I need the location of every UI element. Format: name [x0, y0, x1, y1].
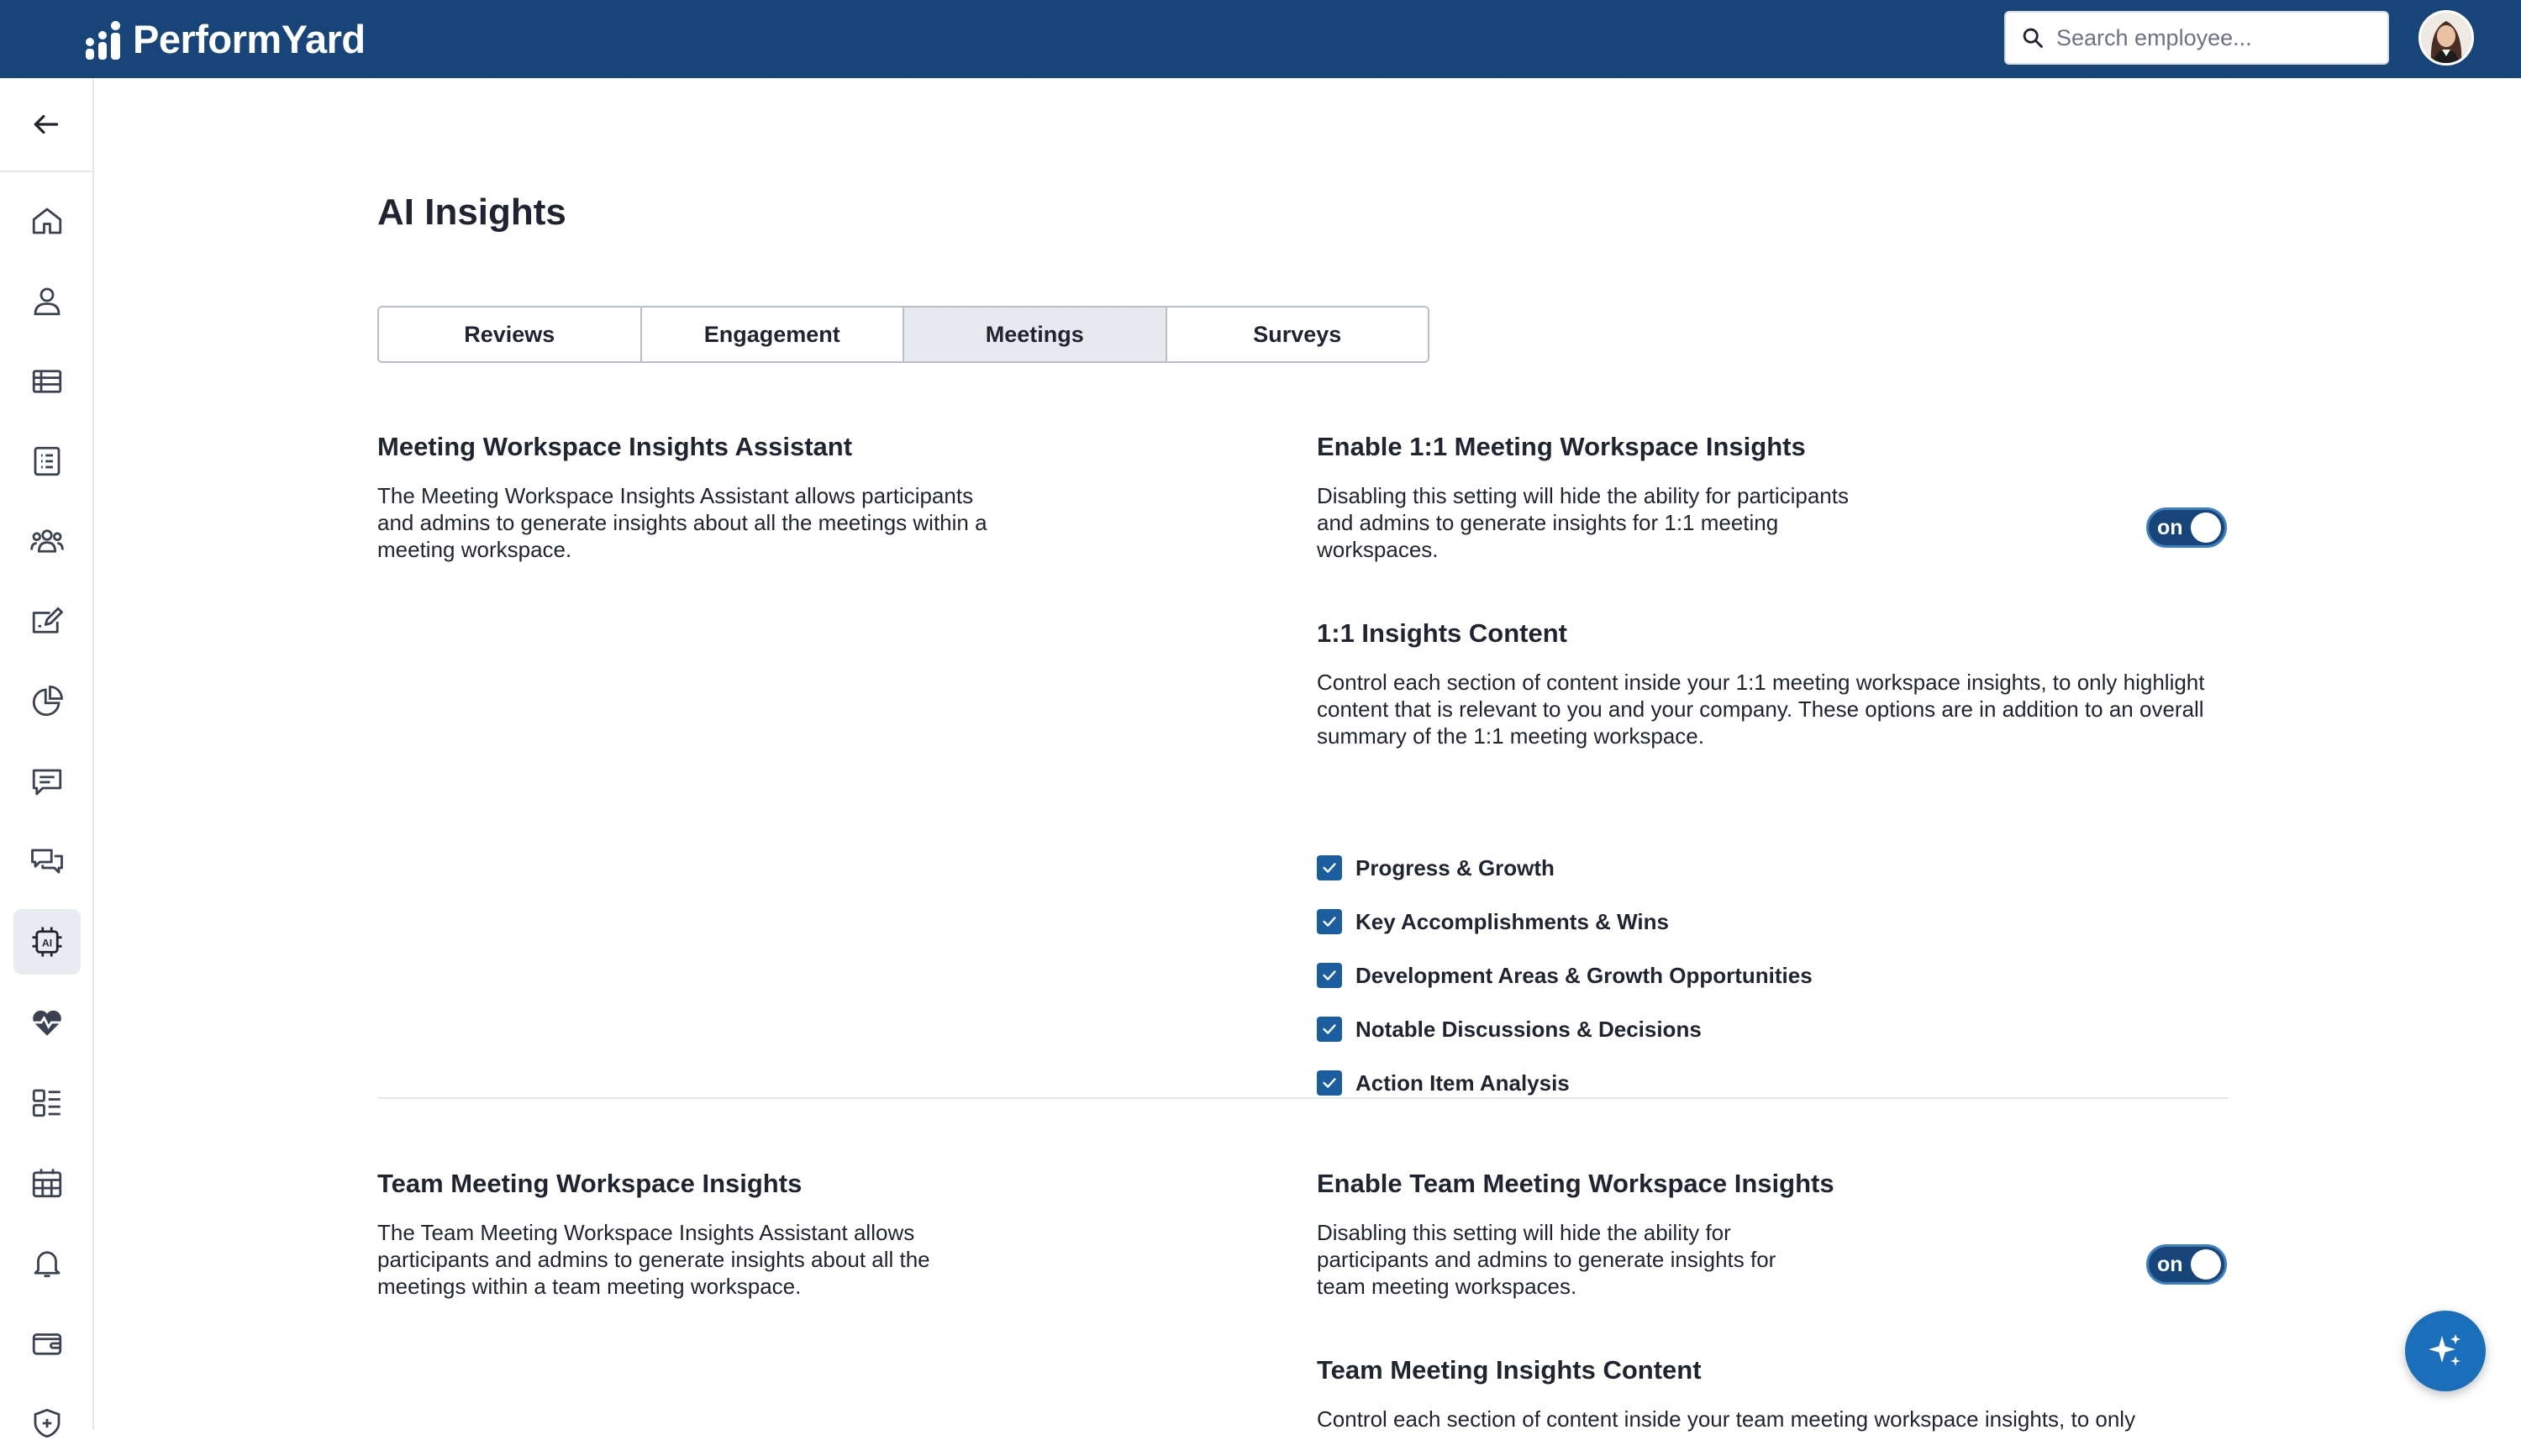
pie-chart-icon [32, 686, 63, 717]
sidebar-item-dashboard[interactable] [13, 1070, 81, 1135]
sidebar-item-profile[interactable] [13, 268, 81, 334]
person-icon [34, 287, 61, 316]
checkmark-icon [1323, 1024, 1336, 1034]
enable-1on1-toggle[interactable]: on [2146, 507, 2227, 548]
option-label: Notable Discussions & Decisions [1355, 1016, 1702, 1042]
search-input[interactable] [2056, 24, 2376, 51]
bell-icon [34, 1251, 61, 1278]
user-avatar[interactable] [2418, 10, 2474, 66]
option-progress-growth[interactable]: Progress & Growth [1317, 854, 1555, 882]
checkbox-checked[interactable] [1317, 1070, 1342, 1096]
page-title: AI Insights [377, 192, 566, 233]
ai-assistant-button[interactable] [2405, 1311, 2486, 1391]
1on1-content-description: Control each section of content inside y… [1317, 670, 2205, 749]
option-label: Key Accomplishments & Wins [1355, 908, 1670, 934]
home-icon [32, 208, 62, 234]
toggle-state-label: on [2157, 515, 2183, 539]
sidebar-item-edit[interactable] [13, 589, 81, 654]
svg-text:AI: AI [42, 937, 52, 949]
message-icon [32, 769, 62, 796]
checkbox-checked[interactable] [1317, 855, 1342, 880]
sidebar-item-table[interactable] [13, 349, 81, 414]
checkmark-icon [1323, 1078, 1336, 1088]
enable-1on1-description: Disabling this setting will hide the abi… [1317, 483, 1849, 562]
option-development-areas[interactable]: Development Areas & Growth Opportunities [1317, 961, 1813, 990]
toggle-knob [2191, 1249, 2221, 1280]
tab-surveys[interactable]: Surveys [1166, 307, 1428, 361]
ai-chip-icon: AI [32, 927, 62, 957]
sidebar-item-feedback[interactable] [13, 749, 81, 815]
tab-engagement[interactable]: Engagement [641, 307, 904, 361]
team-content-description: Control each section of content inside y… [1317, 1406, 2136, 1432]
option-key-accomplishments[interactable]: Key Accomplishments & Wins [1317, 907, 1669, 936]
search-icon [2023, 28, 2043, 48]
sidebar: AI [0, 78, 94, 1438]
sidebar-item-ai-insights[interactable]: AI [13, 909, 81, 975]
checkmark-icon [1323, 863, 1336, 873]
assistant-section-title: Meeting Workspace Insights Assistant [377, 432, 853, 461]
dashboard-icon [32, 1089, 61, 1117]
sidebar-item-list[interactable] [13, 428, 81, 494]
team-content-title: Team Meeting Insights Content [1317, 1355, 1702, 1385]
checkbox-checked[interactable] [1317, 1017, 1342, 1042]
search-box[interactable] [2004, 11, 2389, 65]
option-action-item-analysis[interactable]: Action Item Analysis [1317, 1069, 1570, 1097]
checkmark-icon [1323, 970, 1336, 980]
1on1-content-title: 1:1 Insights Content [1317, 618, 1567, 648]
sidebar-item-calendar[interactable] [13, 1150, 81, 1216]
toggle-knob [2191, 512, 2221, 543]
sidebar-item-compensation[interactable] [13, 1311, 81, 1376]
sidebar-item-people[interactable] [13, 508, 81, 574]
shield-plus-icon [34, 1408, 61, 1438]
tab-bar: Reviews Engagement Meetings Surveys [377, 306, 1429, 363]
assistant-section-description: The Meeting Workspace Insights Assistant… [377, 483, 987, 562]
checkbox-checked[interactable] [1317, 963, 1342, 988]
sidebar-item-home[interactable] [13, 188, 81, 254]
table-icon [32, 370, 62, 393]
sidebar-item-security[interactable] [13, 1390, 81, 1456]
edit-icon [32, 607, 63, 633]
sidebar-item-wellness[interactable] [13, 990, 81, 1055]
option-label: Action Item Analysis [1355, 1070, 1570, 1096]
section-divider [377, 1097, 2229, 1099]
checkmark-icon [1323, 917, 1336, 927]
tab-meetings[interactable]: Meetings [904, 307, 1167, 361]
wallet-icon [32, 1333, 62, 1355]
enable-team-description: Disabling this setting will hide the abi… [1317, 1220, 1776, 1299]
sparkle-icon [2429, 1334, 2460, 1366]
option-label: Progress & Growth [1355, 854, 1555, 880]
logo-mark-icon [84, 18, 126, 60]
top-bar: PerformYard [0, 0, 2521, 78]
checkbox-checked[interactable] [1317, 909, 1342, 934]
chat-icon [31, 849, 63, 874]
back-button[interactable] [0, 78, 92, 172]
toggle-state-label: on [2157, 1252, 2183, 1276]
sidebar-item-notifications[interactable] [13, 1230, 81, 1296]
team-assistant-title: Team Meeting Workspace Insights [377, 1169, 803, 1198]
brand-name: PerformYard [133, 16, 366, 61]
option-notable-discussions[interactable]: Notable Discussions & Decisions [1317, 1015, 1702, 1043]
tab-reviews[interactable]: Reviews [379, 307, 642, 361]
list-icon [34, 446, 61, 476]
team-assistant-description: The Team Meeting Workspace Insights Assi… [377, 1220, 930, 1299]
enable-team-title: Enable Team Meeting Workspace Insights [1317, 1169, 1834, 1198]
enable-1on1-title: Enable 1:1 Meeting Workspace Insights [1317, 432, 1806, 461]
heart-pulse-icon [33, 1010, 61, 1036]
performyard-logo[interactable]: PerformYard [84, 15, 366, 62]
calendar-icon [32, 1169, 62, 1198]
sidebar-item-analytics[interactable] [13, 669, 81, 734]
enable-team-toggle[interactable]: on [2146, 1244, 2227, 1285]
people-icon [30, 529, 64, 553]
back-arrow-icon [34, 114, 59, 134]
option-label: Development Areas & Growth Opportunities [1355, 962, 1813, 988]
sidebar-item-meetings[interactable] [13, 829, 81, 895]
